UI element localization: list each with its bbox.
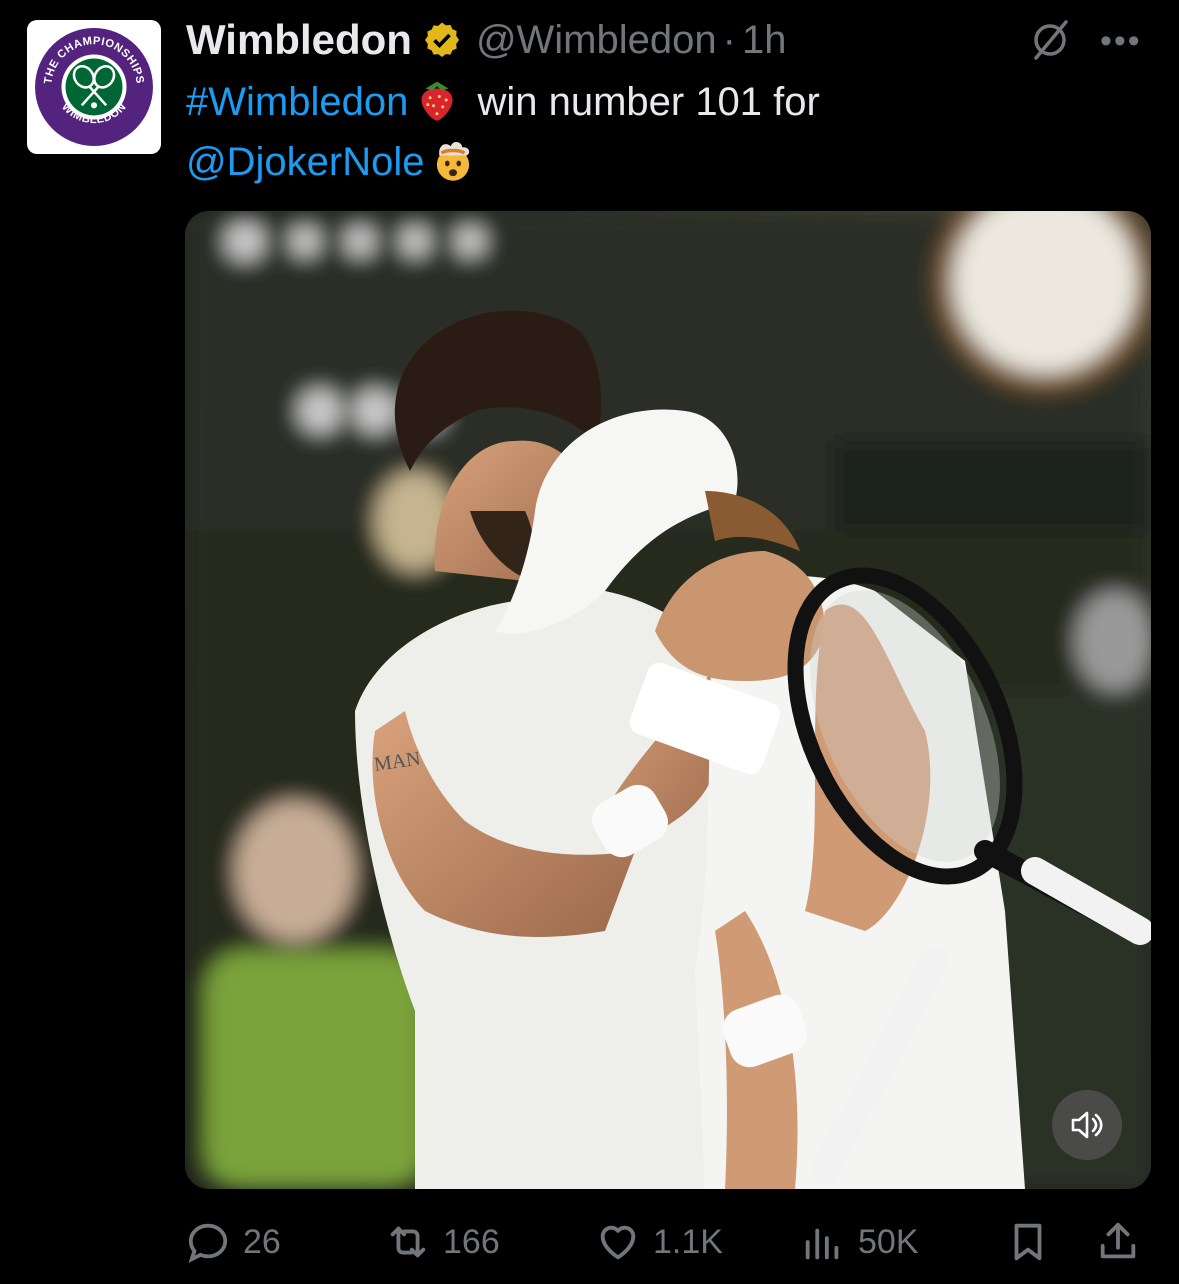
repost-icon: [390, 1226, 426, 1258]
hashtag-link[interactable]: #Wimbledon: [186, 80, 408, 124]
heart-icon: [600, 1225, 636, 1260]
views-button[interactable]: 50K: [800, 1210, 919, 1274]
video-frame: MAN: [185, 211, 1151, 1189]
repost-button[interactable]: 166: [385, 1210, 500, 1274]
bookmark-button[interactable]: [1005, 1210, 1063, 1274]
tweet-header: Wimbledon @Wimbledon · 1h: [186, 14, 1149, 66]
speaker-muted-icon: [1071, 1111, 1103, 1139]
grok-icon[interactable]: [1030, 18, 1070, 62]
tweet-video[interactable]: MAN: [185, 211, 1151, 1189]
reply-button[interactable]: 26: [185, 1210, 281, 1274]
verified-badge-icon: [424, 22, 459, 57]
like-button[interactable]: 1.1K: [595, 1210, 723, 1274]
avatar[interactable]: THE CHAMPIONSHIPS WIMBLEDON: [27, 20, 161, 154]
author-handle[interactable]: @Wimbledon: [476, 18, 717, 63]
mention-link[interactable]: @DjokerNole: [186, 140, 424, 184]
share-icon: [1100, 1222, 1136, 1259]
action-bar: 26 166 1.1K 50K: [185, 1210, 1151, 1274]
repost-count: 166: [443, 1222, 500, 1261]
wimbledon-logo: THE CHAMPIONSHIPS WIMBLEDON: [35, 28, 153, 146]
view-count: 50K: [858, 1222, 919, 1261]
views-icon: [805, 1228, 839, 1260]
author-name[interactable]: Wimbledon: [186, 16, 412, 64]
strawberry-icon: [421, 81, 453, 121]
mute-button[interactable]: [1052, 1090, 1122, 1160]
bookmark-icon: [1014, 1223, 1042, 1261]
reply-count: 26: [243, 1222, 281, 1261]
like-count: 1.1K: [653, 1222, 723, 1261]
more-options-icon[interactable]: •••: [1100, 22, 1142, 61]
share-button[interactable]: [1095, 1210, 1153, 1274]
tweet-body-text: win number 101 for: [466, 80, 820, 124]
separator-dot: ·: [722, 17, 736, 62]
exploding-head-icon: [437, 141, 470, 181]
reply-icon: [188, 1223, 228, 1264]
timestamp[interactable]: 1h: [742, 18, 787, 63]
tweet-text: #Wimbledon win number 101 for @DjokerNol…: [186, 72, 1086, 192]
